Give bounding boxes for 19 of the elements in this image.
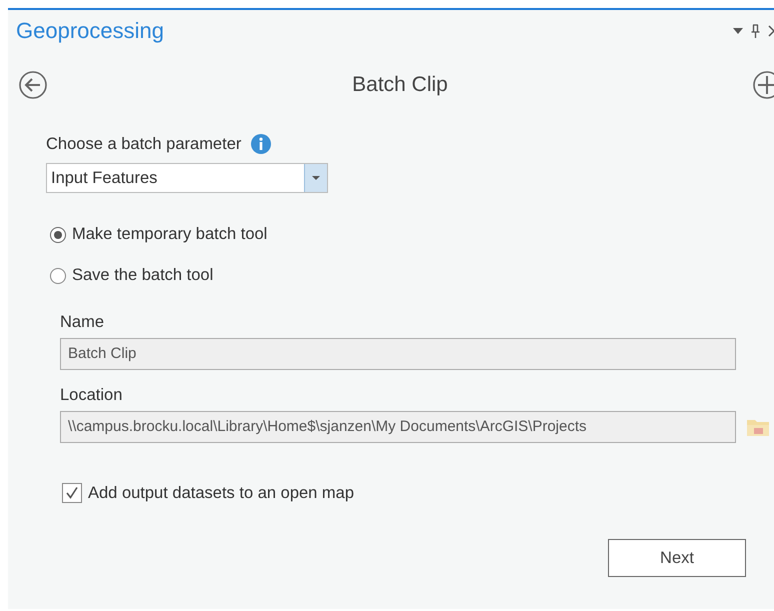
dropdown-caret-icon[interactable] — [733, 28, 743, 34]
next-button[interactable]: Next — [608, 539, 746, 577]
radio-button[interactable] — [50, 268, 66, 284]
tool-title: Batch Clip — [352, 73, 448, 97]
batch-parameter-label: Choose a batch parameter — [46, 134, 242, 154]
pane-title: Geoprocessing — [16, 18, 164, 44]
radio-label[interactable]: Save the batch tool — [72, 266, 214, 285]
checkmark-icon — [65, 486, 79, 500]
info-icon[interactable] — [251, 134, 272, 154]
radio-label[interactable]: Make temporary batch tool — [72, 225, 268, 244]
pin-icon[interactable] — [751, 24, 760, 38]
add-icon[interactable] — [752, 70, 774, 100]
field-label: Location — [60, 386, 124, 405]
batch-parameter-dropdown[interactable]: Input Features — [46, 163, 328, 193]
radio-button[interactable] — [50, 226, 66, 242]
checkbox[interactable] — [62, 483, 82, 503]
checkbox-label[interactable]: Add output datasets to an open map — [88, 484, 354, 502]
caret-icon — [312, 176, 320, 180]
field-label: Name — [60, 313, 106, 332]
